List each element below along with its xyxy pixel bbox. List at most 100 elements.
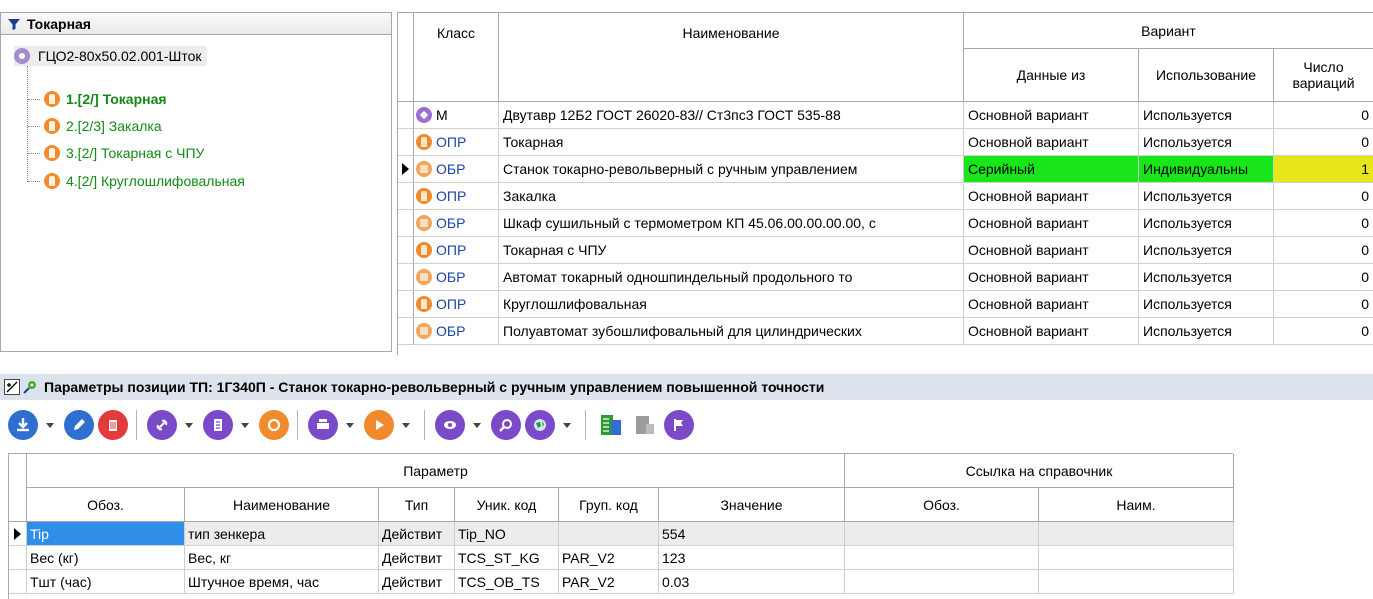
column-header-class[interactable]: Класс xyxy=(414,13,499,102)
grid-cell-data-from[interactable]: Основной вариант xyxy=(964,210,1139,237)
param-cell-ref-name[interactable] xyxy=(1039,522,1234,546)
param-cell-group[interactable]: PAR_V2 xyxy=(559,570,659,594)
grid-cell-name[interactable]: Токарная с ЧПУ xyxy=(499,237,964,264)
grid-cell-class[interactable]: ОБР xyxy=(414,156,499,183)
column-header-value[interactable]: Значение xyxy=(659,488,845,522)
grid-cell-data-from[interactable]: Серийный xyxy=(964,156,1139,183)
globe-dropdown-caret[interactable] xyxy=(563,422,571,428)
grid-cell-class[interactable]: ОПР xyxy=(414,129,499,156)
row-indicator[interactable] xyxy=(398,210,414,237)
link-icon[interactable] xyxy=(147,410,177,440)
grid-cell-usage[interactable]: Используется xyxy=(1139,129,1274,156)
grid-cell-name[interactable]: Автомат токарный одношпиндельный продоль… xyxy=(499,264,964,291)
grid-cell-data-from[interactable]: Основной вариант xyxy=(964,102,1139,129)
param-cell-group[interactable]: PAR_V2 xyxy=(559,546,659,570)
tree-root-node[interactable]: ГЦО2-80х50.02.001-Шток xyxy=(14,46,208,66)
column-header-oboz[interactable]: Обоз. xyxy=(27,488,185,522)
grid-cell-name[interactable]: Двутавр 12Б2 ГОСТ 26020-83// Ст3пс3 ГОСТ… xyxy=(499,102,964,129)
row-indicator[interactable] xyxy=(398,183,414,210)
param-cell-ref-oboz[interactable] xyxy=(845,570,1039,594)
param-cell-value[interactable]: 0.03 xyxy=(659,570,845,594)
grid-cell-count[interactable]: 0 xyxy=(1274,183,1373,210)
grid-cell-usage[interactable]: Используется xyxy=(1139,237,1274,264)
param-cell-oboz[interactable]: Вес (кг) xyxy=(27,546,185,570)
column-header-type[interactable]: Тип xyxy=(379,488,455,522)
grid-cell-count[interactable]: 0 xyxy=(1274,237,1373,264)
row-indicator[interactable] xyxy=(398,156,414,183)
column-header-group-code[interactable]: Груп. код xyxy=(559,488,659,522)
grid-cell-name[interactable]: Токарная xyxy=(499,129,964,156)
link-dropdown-caret[interactable] xyxy=(185,422,193,428)
funnel-icon[interactable] xyxy=(7,17,21,31)
document-dropdown-caret[interactable] xyxy=(241,422,249,428)
grid-cell-count[interactable]: 0 xyxy=(1274,291,1373,318)
grid-cell-usage[interactable]: Индивидуальны xyxy=(1139,156,1274,183)
grid-cell-usage[interactable]: Используется xyxy=(1139,318,1274,345)
row-indicator[interactable] xyxy=(398,237,414,264)
param-cell-ref-name[interactable] xyxy=(1039,546,1234,570)
grid-cell-class[interactable]: М xyxy=(414,102,499,129)
search-icon[interactable] xyxy=(491,410,521,440)
column-header-name[interactable]: Наименование xyxy=(499,13,964,102)
grid-cell-usage[interactable]: Используется xyxy=(1139,291,1274,318)
print-dropdown-caret[interactable] xyxy=(346,422,354,428)
grid-cell-usage[interactable]: Используется xyxy=(1139,183,1274,210)
print-icon[interactable] xyxy=(308,410,338,440)
param-cell-uniq[interactable]: Tip_NO xyxy=(455,522,559,546)
param-cell-ref-oboz[interactable] xyxy=(845,522,1039,546)
column-header-ref-name[interactable]: Наим. xyxy=(1039,488,1234,522)
delete-icon[interactable] xyxy=(98,410,128,440)
grid-cell-count[interactable]: 1 xyxy=(1274,156,1373,183)
grid-cell-data-from[interactable]: Основной вариант xyxy=(964,264,1139,291)
param-cell-value[interactable]: 554 xyxy=(659,522,845,546)
param-cell-type[interactable]: Действит xyxy=(379,546,455,570)
param-cell-uniq[interactable]: TCS_ST_KG xyxy=(455,546,559,570)
param-cell-group[interactable] xyxy=(559,522,659,546)
grid-cell-usage[interactable]: Используется xyxy=(1139,264,1274,291)
param-cell-oboz[interactable]: Тшт (час) xyxy=(27,570,185,594)
view-icon[interactable] xyxy=(435,410,465,440)
refresh-icon[interactable] xyxy=(259,410,289,440)
tree-item-operation[interactable]: 2.[2/3] Закалка xyxy=(28,116,162,136)
grid-cell-count[interactable]: 0 xyxy=(1274,210,1373,237)
param-cell-type[interactable]: Действит xyxy=(379,570,455,594)
grid-cell-usage[interactable]: Используется xyxy=(1139,102,1274,129)
param-cell-value[interactable]: 123 xyxy=(659,546,845,570)
grid-cell-name[interactable]: Закалка xyxy=(499,183,964,210)
grid-cell-count[interactable]: 0 xyxy=(1274,129,1373,156)
view-dropdown-caret[interactable] xyxy=(473,422,481,428)
globe-icon[interactable] xyxy=(525,410,555,440)
grid-cell-count[interactable]: 0 xyxy=(1274,318,1373,345)
grid-cell-data-from[interactable]: Основной вариант xyxy=(964,237,1139,264)
grid-cell-class[interactable]: ОПР xyxy=(414,237,499,264)
document-icon[interactable] xyxy=(203,410,233,440)
sort-icon[interactable] xyxy=(4,379,20,395)
grid-cell-class[interactable]: ОБР xyxy=(414,264,499,291)
flag-icon[interactable] xyxy=(664,410,694,440)
param-cell-name[interactable]: Вес, кг xyxy=(185,546,379,570)
grid-cell-data-from[interactable]: Основной вариант xyxy=(964,291,1139,318)
param-row-indicator[interactable] xyxy=(9,546,27,570)
download-dropdown-caret[interactable] xyxy=(46,422,54,428)
grid-cell-class[interactable]: ОПР xyxy=(414,183,499,210)
grid-cell-count[interactable]: 0 xyxy=(1274,102,1373,129)
column-header-usage[interactable]: Использование xyxy=(1139,49,1274,102)
grid-cell-name[interactable]: Круглошлифовальная xyxy=(499,291,964,318)
column-header-variations[interactable]: Число вариаций xyxy=(1274,49,1373,102)
grid-cell-name[interactable]: Станок токарно-револьверный с ручным упр… xyxy=(499,156,964,183)
play-dropdown-caret[interactable] xyxy=(402,422,410,428)
param-cell-oboz[interactable]: Tip xyxy=(27,522,185,546)
grid-cell-data-from[interactable]: Основной вариант xyxy=(964,129,1139,156)
grid-cell-class[interactable]: ОБР xyxy=(414,210,499,237)
param-cell-name[interactable]: тип зенкера xyxy=(185,522,379,546)
grid-cell-class[interactable]: ОПР xyxy=(414,291,499,318)
grid-cell-name[interactable]: Полуавтомат зубошлифовальный для цилиндр… xyxy=(499,318,964,345)
param-cell-uniq[interactable]: TCS_OB_TS xyxy=(455,570,559,594)
edit-icon[interactable] xyxy=(64,410,94,440)
row-indicator[interactable] xyxy=(398,102,414,129)
grid-cell-count[interactable]: 0 xyxy=(1274,264,1373,291)
row-indicator[interactable] xyxy=(398,291,414,318)
play-icon[interactable] xyxy=(364,410,394,440)
column-header-unique-code[interactable]: Уник. код xyxy=(455,488,559,522)
param-cell-ref-name[interactable] xyxy=(1039,570,1234,594)
